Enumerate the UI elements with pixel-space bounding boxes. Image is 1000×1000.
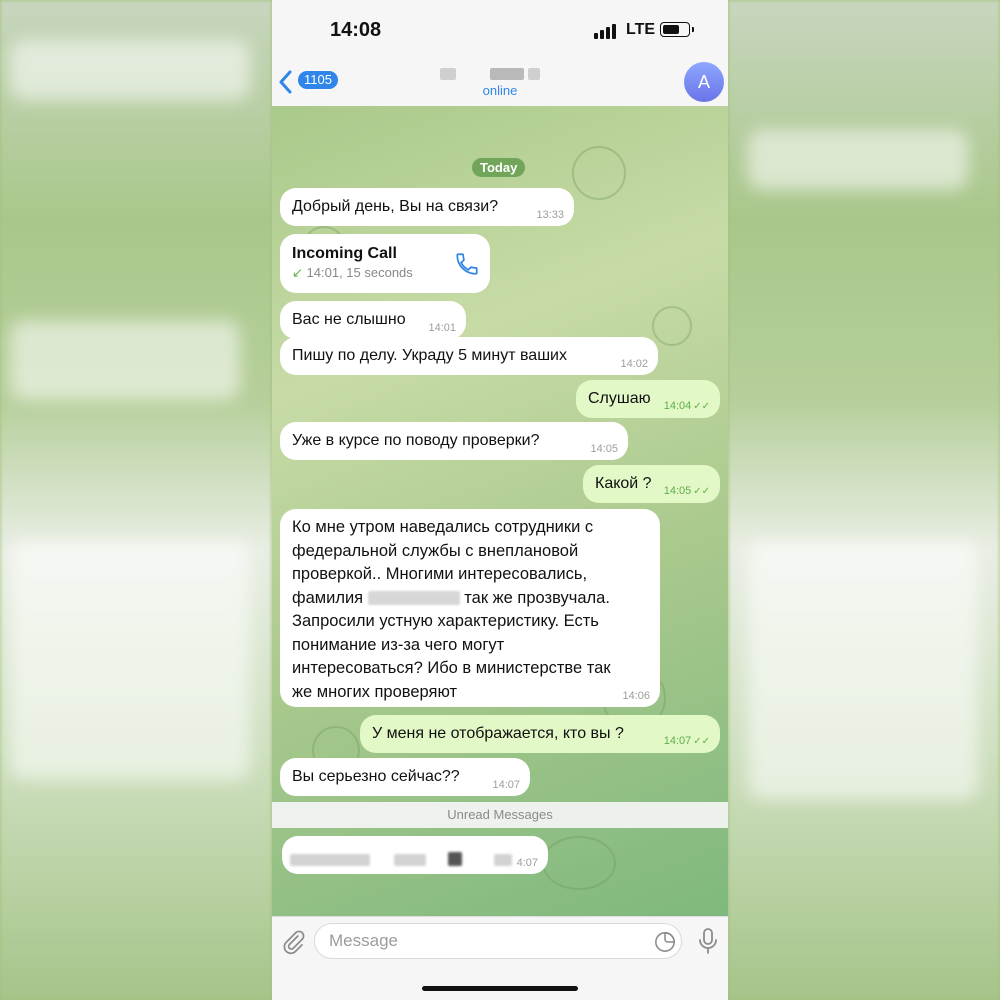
avatar[interactable]: A — [684, 62, 724, 102]
message-time: 14:05 ✓✓ — [663, 485, 710, 497]
incoming-arrow-icon: ↙ — [292, 265, 303, 280]
message-text: Вы серьезно сейчас?? — [292, 768, 460, 785]
outgoing-message[interactable]: Слушаю 14:04 ✓✓ — [576, 380, 720, 418]
message-text: Пишу по делу. Украду 5 минут ваших — [292, 347, 567, 364]
phone-screen: 14:08 LTE 1105 online A Today Добрый ден… — [272, 0, 728, 1000]
microphone-icon[interactable] — [696, 927, 720, 955]
read-ticks-icon: ✓✓ — [693, 401, 710, 412]
date-separator: Today — [472, 158, 526, 177]
chat-header: 1105 online A — [272, 60, 728, 107]
contact-status: online — [482, 83, 518, 98]
contact-name-redacted[interactable] — [440, 68, 550, 80]
call-title: Incoming Call — [292, 245, 397, 262]
message-text: Какой ? — [595, 475, 652, 492]
message-input[interactable] — [314, 923, 682, 959]
message-time: 14:06 — [622, 690, 650, 702]
outgoing-message[interactable]: У меня не отображается, кто вы ? 14:07 ✓✓ — [360, 715, 720, 753]
message-text: Вас не слышно — [292, 311, 406, 328]
message-time: 14:01 — [428, 322, 456, 334]
message-time: 14:07 — [492, 779, 520, 791]
incoming-message[interactable]: Пишу по делу. Украду 5 минут ваших 14:02 — [280, 337, 658, 375]
home-indicator — [422, 986, 578, 991]
battery-icon — [660, 22, 694, 37]
paperclip-icon[interactable] — [280, 929, 306, 955]
message-text: Уже в курсе по поводу проверки? — [292, 432, 540, 449]
read-ticks-icon: ✓✓ — [693, 486, 710, 497]
background-left — [0, 0, 272, 1000]
incoming-message[interactable]: Ко мне утром наведались сотрудники с фед… — [280, 509, 660, 707]
incoming-message-redacted[interactable]: 4:07 — [282, 836, 548, 874]
background-right — [728, 0, 1000, 1000]
status-bar: 14:08 LTE — [272, 0, 728, 60]
incoming-message[interactable]: Добрый день, Вы на связи? 13:33 — [280, 188, 574, 226]
message-time: 14:05 — [590, 443, 618, 455]
incoming-message[interactable]: Уже в курсе по поводу проверки? 14:05 — [280, 422, 628, 460]
message-text: У меня не отображается, кто вы ? — [372, 725, 624, 742]
battery-level — [663, 25, 679, 34]
network-type: LTE — [626, 21, 656, 38]
call-detail-text: 14:01, 15 seconds — [306, 265, 413, 280]
read-ticks-icon: ✓✓ — [693, 736, 710, 747]
message-time: 4:07 — [516, 857, 538, 869]
incoming-call-message[interactable]: Incoming Call ↙ 14:01, 15 seconds — [280, 234, 490, 293]
incoming-message[interactable]: Вы серьезно сейчас?? 14:07 — [280, 758, 530, 796]
message-input-bar — [272, 916, 728, 1000]
sticker-icon[interactable] — [654, 931, 676, 953]
phone-icon[interactable] — [454, 251, 480, 277]
message-text: Слушаю — [588, 390, 651, 407]
message-text: Добрый день, Вы на связи? — [292, 198, 499, 215]
call-detail: ↙ 14:01, 15 seconds — [292, 265, 478, 281]
message-time: 14:04 ✓✓ — [663, 400, 710, 412]
message-time: 14:02 — [620, 358, 648, 370]
incoming-message[interactable]: Вас не слышно 14:01 — [280, 301, 466, 339]
message-time: 13:33 — [536, 209, 564, 221]
chat-area[interactable]: Today Добрый день, Вы на связи? 13:33 In… — [272, 106, 728, 916]
status-time: 14:08 — [330, 19, 382, 41]
signal-icon — [594, 23, 620, 39]
outgoing-message[interactable]: Какой ? 14:05 ✓✓ — [583, 465, 720, 503]
unread-messages-divider: Unread Messages — [272, 802, 728, 828]
redacted-name — [367, 591, 460, 606]
message-time: 14:07 ✓✓ — [663, 735, 710, 747]
